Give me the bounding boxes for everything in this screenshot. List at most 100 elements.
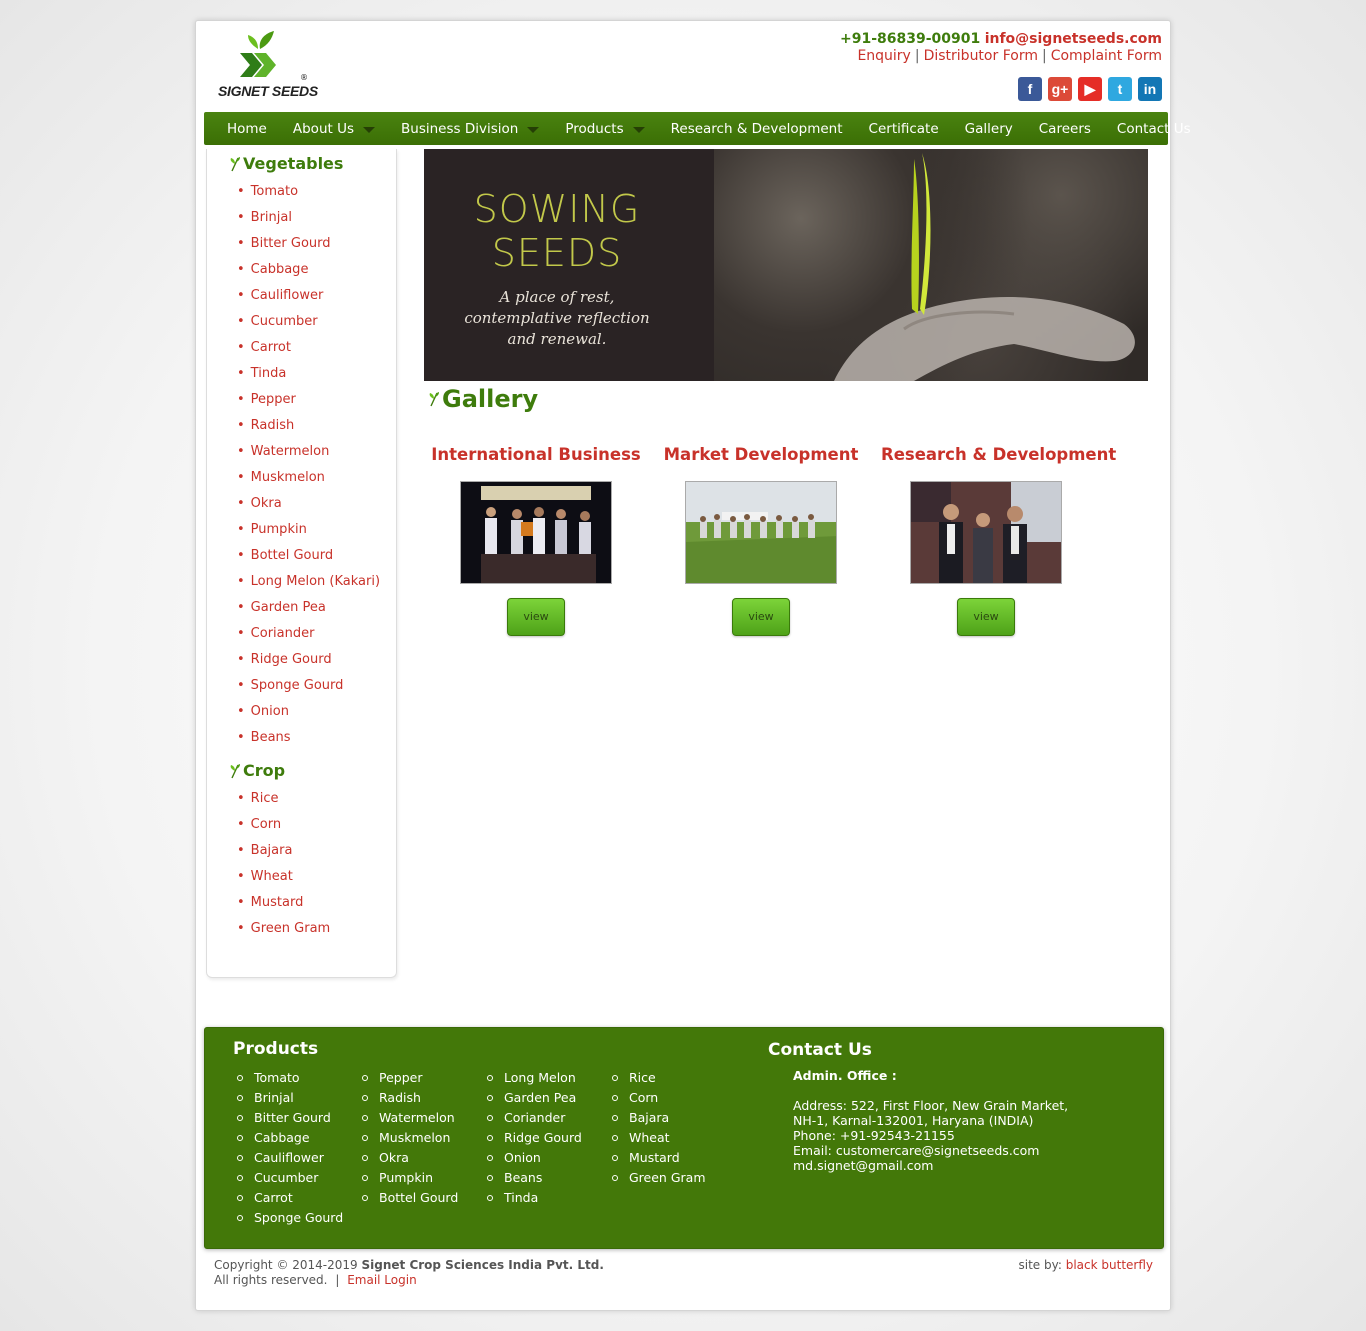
footer: Products Tomato Brinjal Bitter Gourd Cabbag… — [204, 1027, 1164, 1249]
nav-item-label: Business Division — [401, 120, 519, 137]
banner-subtitle: A place of rest, contemplative reflectio… — [424, 287, 690, 350]
footer-item-watermelon[interactable]: Watermelon — [362, 1108, 458, 1128]
sidebar-item-pepper[interactable]: Pepper — [237, 387, 380, 413]
nav-item-careers[interactable]: Careers — [1026, 121, 1104, 137]
sidebar-item-onion[interactable]: Onion — [237, 699, 380, 725]
footer-item-green-gram[interactable]: Green Gram — [612, 1168, 706, 1188]
sidebar-item-sponge-gourd[interactable]: Sponge Gourd — [237, 673, 380, 699]
sidebar-item-cucumber[interactable]: Cucumber — [237, 309, 380, 335]
conference-photo — [911, 482, 1061, 583]
sidebar-item-muskmelon[interactable]: Muskmelon — [237, 465, 380, 491]
footer-item-cauliflower[interactable]: Cauliflower — [237, 1148, 343, 1168]
footer-item-tomato[interactable]: Tomato — [237, 1068, 343, 1088]
youtube-icon[interactable]: ▶ — [1078, 77, 1102, 101]
nav-item-research-development[interactable]: Research & Development — [658, 121, 856, 137]
footer-item-long-melon[interactable]: Long Melon — [487, 1068, 582, 1088]
sidebar-item-mustard[interactable]: Mustard — [237, 890, 330, 916]
sidebar-item-carrot[interactable]: Carrot — [237, 335, 380, 361]
view-button[interactable]: view — [507, 598, 565, 636]
footer-item-okra[interactable]: Okra — [362, 1148, 458, 1168]
email-login-link[interactable]: Email Login — [347, 1273, 416, 1287]
nav-item-home[interactable]: Home — [214, 121, 280, 137]
gallery-card-international-business: International Business view — [431, 445, 641, 636]
gallery-thumbnail[interactable] — [460, 481, 612, 584]
sidebar-item-okra[interactable]: Okra — [237, 491, 380, 517]
nav-item-contact-us[interactable]: Contact Us — [1104, 121, 1204, 137]
sidebar-item-wheat[interactable]: Wheat — [237, 864, 330, 890]
sidebar-item-cauliflower[interactable]: Cauliflower — [237, 283, 380, 309]
sidebar-item-pumpkin[interactable]: Pumpkin — [237, 517, 380, 543]
sidebar-item-radish[interactable]: Radish — [237, 413, 380, 439]
enquiry-link[interactable]: Enquiry — [857, 48, 910, 64]
sidebar-item-tomato[interactable]: Tomato — [237, 179, 380, 205]
sidebar-item-long-melon-kakari[interactable]: Long Melon (Kakari) — [237, 569, 380, 595]
sidebar-item-watermelon[interactable]: Watermelon — [237, 439, 380, 465]
signet-seeds-logo[interactable]: SIGNET SEEDS ® — [218, 31, 318, 103]
footer-item-pumpkin[interactable]: Pumpkin — [362, 1168, 458, 1188]
sidebar-item-cabbage[interactable]: Cabbage — [237, 257, 380, 283]
complaint-form-link[interactable]: Complaint Form — [1051, 48, 1162, 64]
footer-product-column: Long Melon Garden Pea Coriander Ridge Gourd… — [487, 1068, 582, 1208]
footer-item-cabbage[interactable]: Cabbage — [237, 1128, 343, 1148]
footer-item-corn[interactable]: Corn — [612, 1088, 706, 1108]
footer-item-pepper[interactable]: Pepper — [362, 1068, 458, 1088]
banner-title-line: SOWING — [473, 187, 641, 231]
gallery-card-research-development: Research & Development view — [881, 445, 1116, 636]
footer-item-coriander[interactable]: Coriander — [487, 1108, 582, 1128]
sidebar-item-corn[interactable]: Corn — [237, 812, 330, 838]
linkedin-icon[interactable]: in — [1138, 77, 1162, 101]
sidebar-item-bitter-gourd[interactable]: Bitter Gourd — [237, 231, 380, 257]
gallery-thumbnail[interactable] — [910, 481, 1062, 584]
footer-email[interactable]: Email: customercare@signetseeds.com — [793, 1143, 1068, 1158]
sidebar-item-bottel-gourd[interactable]: Bottel Gourd — [237, 543, 380, 569]
footer-item-radish[interactable]: Radish — [362, 1088, 458, 1108]
footer-product-column: Rice Corn Bajara Wheat Mustard Green Gram — [612, 1068, 706, 1188]
black-butterfly-link[interactable]: black butterfly — [1066, 1258, 1153, 1272]
view-button[interactable]: view — [957, 598, 1015, 636]
footer-item-ridge-gourd[interactable]: Ridge Gourd — [487, 1128, 582, 1148]
sidebar-item-tinda[interactable]: Tinda — [237, 361, 380, 387]
nav-item-products[interactable]: Products — [552, 121, 657, 137]
sidebar-item-green-gram[interactable]: Green Gram — [237, 916, 331, 942]
distributor-form-link[interactable]: Distributor Form — [924, 48, 1038, 64]
footer-item-carrot[interactable]: Carrot — [237, 1188, 343, 1208]
sidebar-item-ridge-gourd[interactable]: Ridge Gourd — [237, 647, 380, 673]
footer-item-sponge-gourd[interactable]: Sponge Gourd — [237, 1208, 343, 1228]
footer-item-rice[interactable]: Rice — [612, 1068, 706, 1088]
sidebar-item-coriander[interactable]: Coriander — [237, 621, 380, 647]
nav-item-about-us[interactable]: About Us — [280, 121, 388, 137]
sidebar-item-bajara[interactable]: Bajara — [237, 838, 330, 864]
sidebar-heading-label: Vegetables — [243, 154, 344, 173]
footer-item-cucumber[interactable]: Cucumber — [237, 1168, 343, 1188]
nav-item-gallery[interactable]: Gallery — [952, 121, 1026, 137]
footer-item-muskmelon[interactable]: Muskmelon — [362, 1128, 458, 1148]
footer-item-garden-pea[interactable]: Garden Pea — [487, 1088, 582, 1108]
view-button[interactable]: view — [732, 598, 790, 636]
gallery-thumbnail[interactable] — [685, 481, 837, 584]
footer-item-wheat[interactable]: Wheat — [612, 1128, 706, 1148]
twitter-icon[interactable]: t — [1108, 77, 1132, 101]
nav-item-certificate[interactable]: Certificate — [856, 121, 952, 137]
footer-item-brinjal[interactable]: Brinjal — [237, 1088, 343, 1108]
footer-item-bitter-gourd[interactable]: Bitter Gourd — [237, 1108, 343, 1128]
sidebar-item-brinjal[interactable]: Brinjal — [237, 205, 380, 231]
footer-item-tinda[interactable]: Tinda — [487, 1188, 582, 1208]
nav-item-business-division[interactable]: Business Division — [388, 121, 552, 137]
footer-item-beans[interactable]: Beans — [487, 1168, 582, 1188]
address-line: Address: 522, First Floor, New Grain Mar… — [793, 1098, 1069, 1113]
hand-sprout-illustration — [834, 153, 1135, 381]
field-visit-photo — [686, 482, 836, 583]
footer-email-secondary[interactable]: md.signet@gmail.com — [793, 1158, 1068, 1173]
facebook-icon[interactable]: f — [1018, 77, 1042, 101]
google-plus-icon[interactable]: g+ — [1048, 77, 1072, 101]
footer-item-onion[interactable]: Onion — [487, 1148, 582, 1168]
header-email-link[interactable]: info@signetseeds.com — [985, 31, 1162, 47]
footer-contact-heading: Contact Us — [768, 1040, 872, 1060]
footer-address: Admin. Office : Address: 522, First Floo… — [793, 1068, 1068, 1173]
sidebar-item-rice[interactable]: Rice — [237, 786, 330, 812]
footer-item-mustard[interactable]: Mustard — [612, 1148, 706, 1168]
sidebar-item-garden-pea[interactable]: Garden Pea — [237, 595, 380, 621]
footer-item-bottel-gourd[interactable]: Bottel Gourd — [362, 1188, 458, 1208]
footer-item-bajara[interactable]: Bajara — [612, 1108, 706, 1128]
sidebar-item-beans[interactable]: Beans — [237, 725, 380, 751]
